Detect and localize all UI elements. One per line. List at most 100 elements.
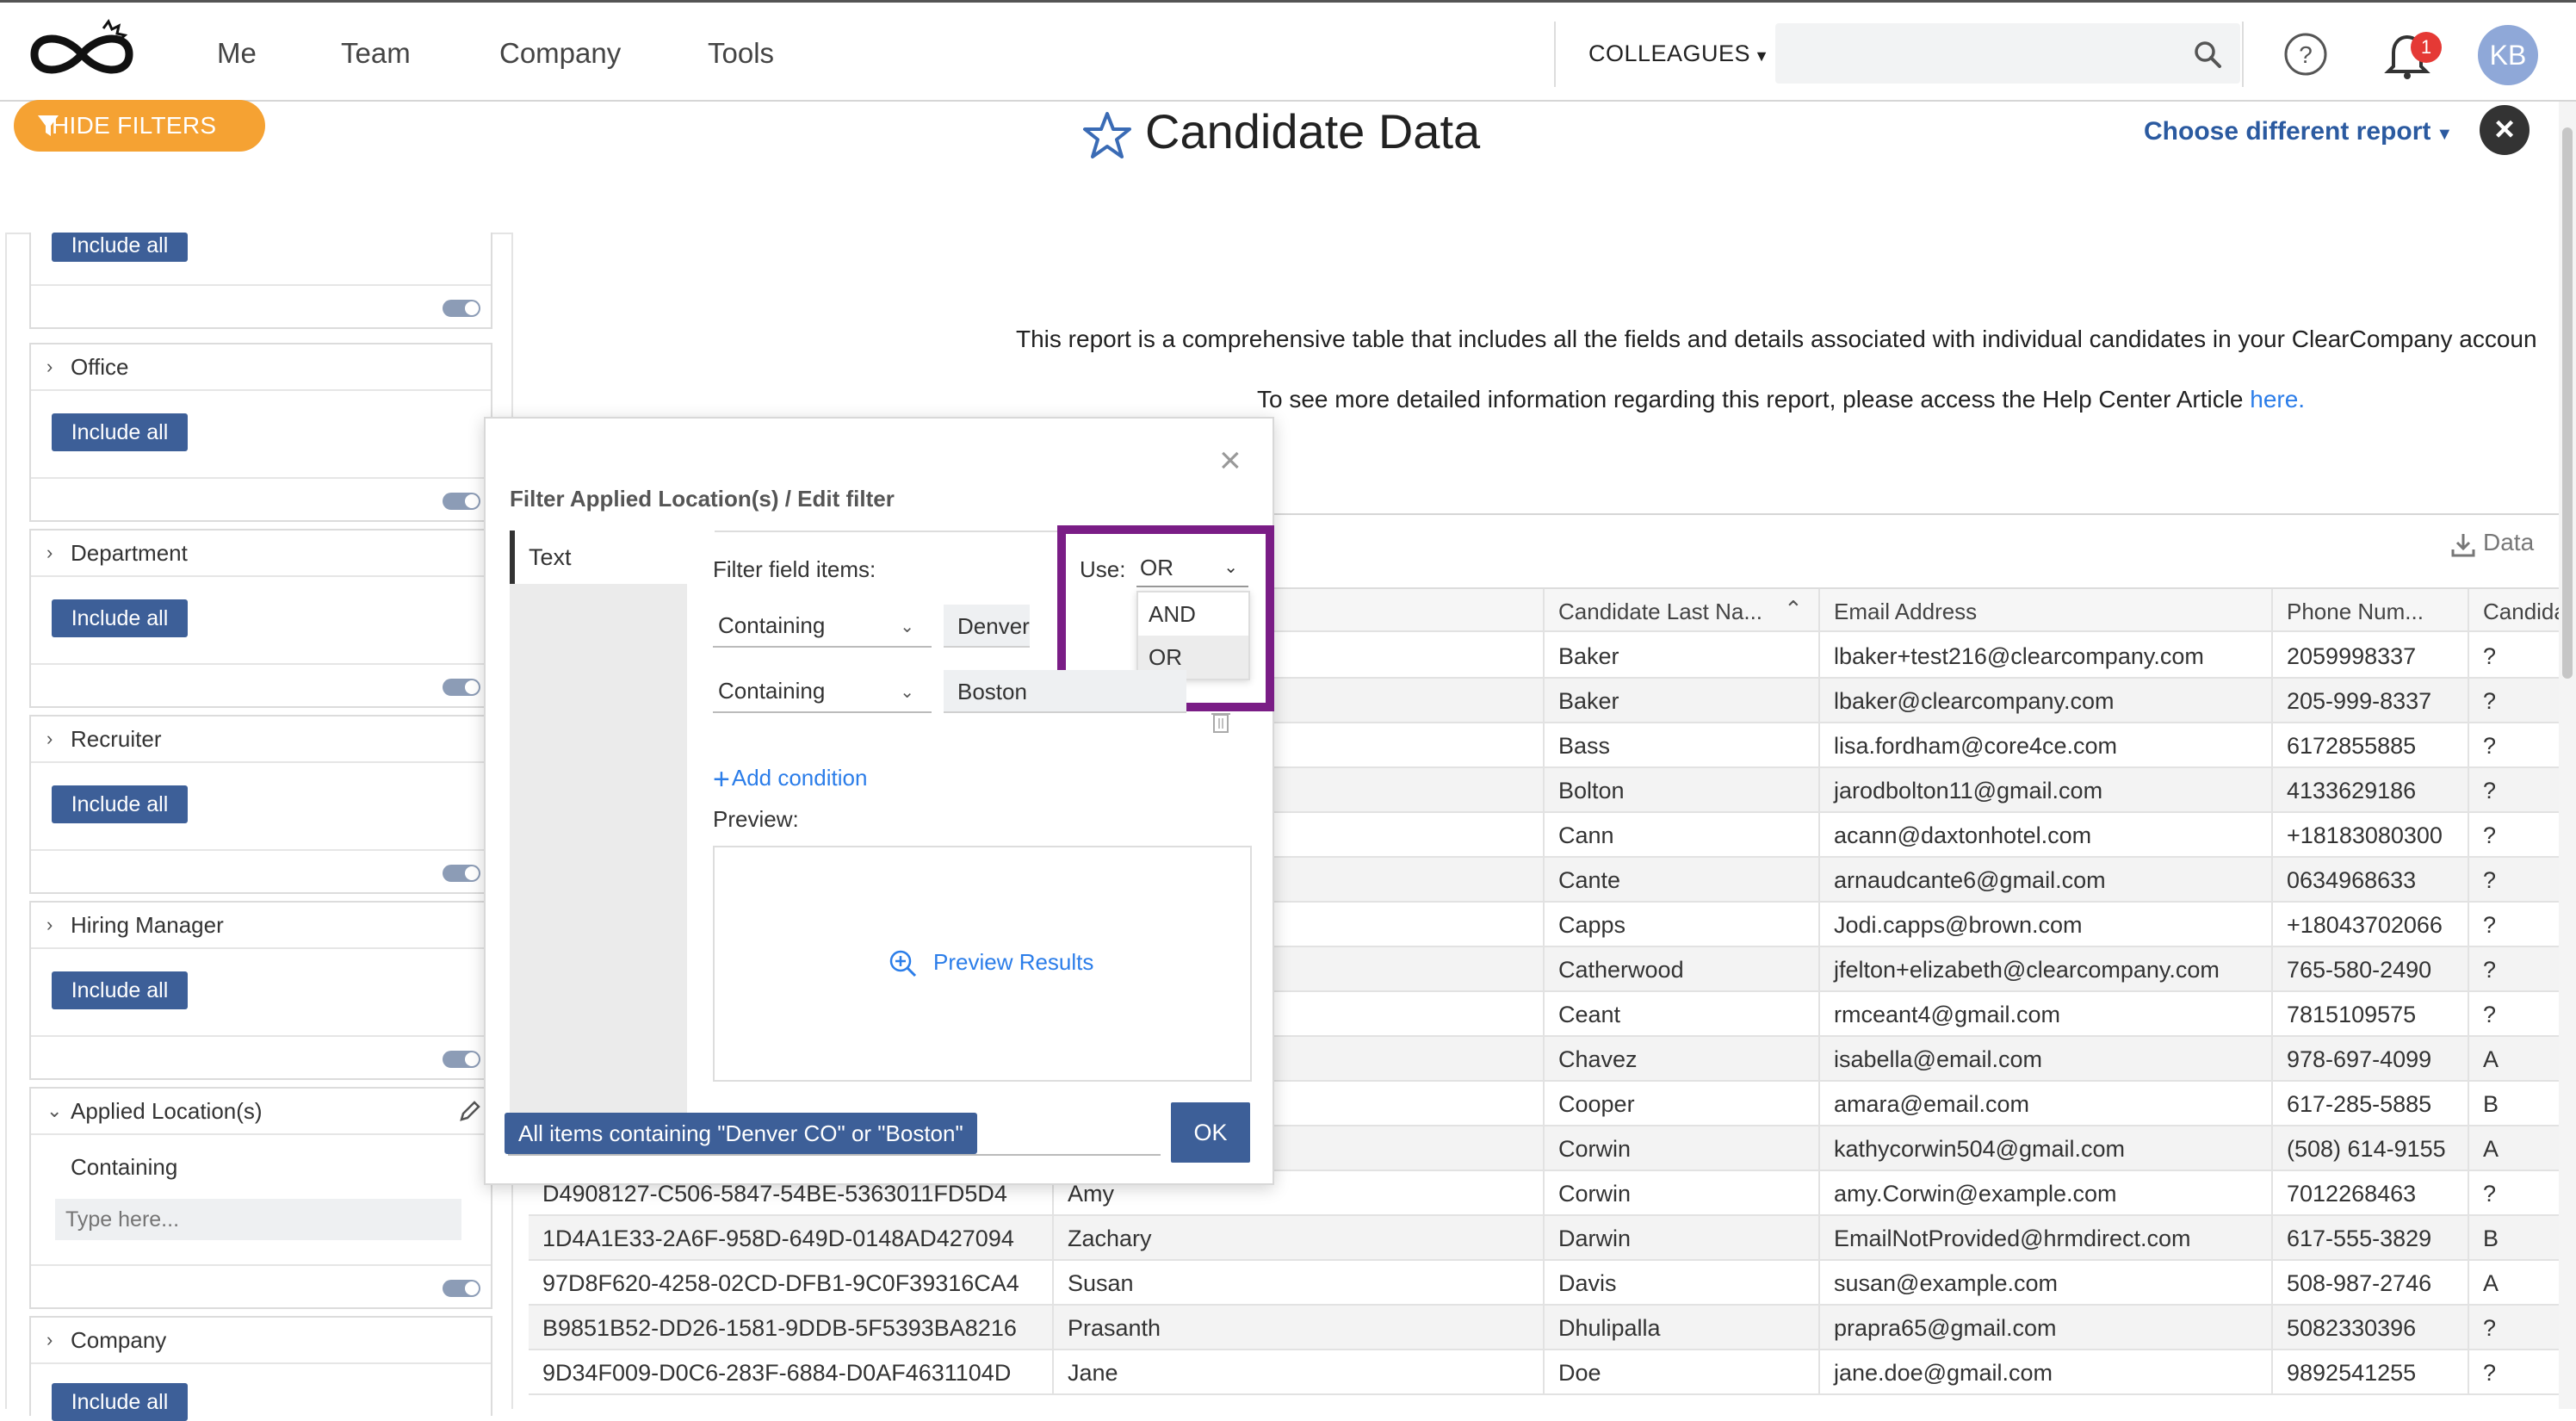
nav-me[interactable]: Me [217, 37, 257, 70]
table-cell: 7815109575 [2271, 992, 2468, 1037]
include-all-button[interactable]: Include all [52, 785, 188, 823]
favorite-star-icon[interactable] [1081, 110, 1133, 162]
applied-location-input[interactable] [55, 1199, 461, 1240]
table-cell: amy.Corwin@example.com [1818, 1171, 2271, 1216]
include-all-button[interactable]: Include all [52, 971, 188, 1009]
column-header[interactable]: Candidate Gr... [2468, 589, 2559, 634]
include-all-button[interactable]: Include all [52, 413, 188, 451]
preview-box: Preview Results [713, 846, 1252, 1082]
help-article-text: To see more detailed information regardi… [1257, 386, 2305, 413]
chevron-right-icon: › [46, 728, 53, 749]
ok-button[interactable]: OK [1171, 1102, 1250, 1163]
table-cell: EmailNotProvided@hrmdirect.com [1818, 1216, 2271, 1261]
choose-report-dropdown[interactable]: Choose different report ▼ [2144, 117, 2453, 146]
close-report-button[interactable]: × [2480, 105, 2530, 155]
table-cell: rmceant4@gmail.com [1818, 992, 2271, 1037]
filter-header-hiring-manager[interactable]: › Hiring Manager [31, 903, 491, 949]
table-cell: A [2468, 1126, 2559, 1171]
condition-operator-select[interactable]: Containing ⌄ [713, 605, 932, 648]
filter-toggle[interactable] [443, 679, 480, 696]
avatar[interactable]: KB [2478, 25, 2538, 85]
filter-header-recruiter[interactable]: › Recruiter [31, 717, 491, 763]
include-all-button[interactable]: Include all [52, 233, 188, 262]
filter-label: Department [71, 540, 188, 566]
table-cell: ? [2468, 679, 2559, 723]
table-cell: 508-987-2746 [2271, 1261, 2468, 1306]
filter-group-department: › Department Include all [29, 529, 492, 708]
table-cell: A [2468, 1261, 2559, 1306]
condition-value-input[interactable]: Denver CO [944, 605, 1030, 648]
download-icon[interactable] [2450, 532, 2476, 558]
table-cell: 5082330396 [2271, 1306, 2468, 1350]
table-cell: Baker [1543, 679, 1818, 723]
condition-operator-select[interactable]: Containing ⌄ [713, 670, 932, 713]
column-header[interactable]: Email Address [1818, 589, 2271, 634]
help-icon[interactable]: ? [2283, 32, 2328, 77]
scrollbar-thumb[interactable] [2562, 127, 2573, 679]
table-cell: 9D34F009-D0C6-283F-6884-D0AF4631104D [542, 1360, 1012, 1386]
table-cell: jfelton+elizabeth@clearcompany.com [1818, 947, 2271, 992]
filter-summary-tag: All items containing "Denver CO" or "Bos… [505, 1113, 977, 1154]
filter-toggle[interactable] [443, 493, 480, 510]
column-header[interactable]: Candidate Last Na... [1543, 589, 1818, 634]
close-icon[interactable]: × [1219, 439, 1242, 482]
filter-header-applied-location[interactable]: ⌄ Applied Location(s) [31, 1089, 491, 1135]
preview-label: Preview: [713, 806, 799, 832]
table-cell: kathycorwin504@gmail.com [1818, 1126, 2271, 1171]
table-cell: ? [2468, 903, 2559, 947]
page-scrollbar[interactable] [2559, 102, 2576, 1409]
table-cell: 97D8F620-4258-02CD-DFB1-9C0F39316CA4 [542, 1270, 1019, 1296]
filter-toggle[interactable] [443, 1051, 480, 1068]
sort-ascending-icon[interactable]: ⌃ [1784, 596, 1803, 623]
report-description: This report is a comprehensive table tha… [1016, 326, 2537, 352]
filter-header-company[interactable]: › Company [31, 1318, 491, 1364]
filter-header-department[interactable]: › Department [31, 531, 491, 577]
table-cell: Prasanth [1052, 1306, 1543, 1350]
column-header[interactable]: Phone Num... [2271, 589, 2468, 634]
add-condition-button[interactable]: +Add condition [713, 763, 867, 797]
edit-pencil-icon[interactable] [456, 1099, 482, 1125]
tab-text[interactable]: Text [510, 531, 687, 584]
table-cell: Darwin [1543, 1216, 1818, 1261]
table-row[interactable]: B9851B52-DD26-1581-9DDB-5F5393BA8216 Pras… [529, 1306, 2559, 1350]
condition-operator-value: Containing [718, 678, 826, 704]
nav-tools[interactable]: Tools [708, 37, 774, 70]
nav-divider [1554, 22, 1556, 87]
include-all-button[interactable]: Include all [52, 599, 188, 637]
table-cell: Ceant [1543, 992, 1818, 1037]
filter-label: Company [71, 1327, 167, 1353]
table-cell: Doe [1543, 1350, 1818, 1395]
filter-toggle[interactable] [443, 1280, 480, 1297]
table-cell: Davis [1543, 1261, 1818, 1306]
condition-value-input[interactable]: Boston [944, 670, 1186, 713]
filter-toggle[interactable] [443, 865, 480, 882]
table-row[interactable]: 97D8F620-4258-02CD-DFB1-9C0F39316CA4 Susa… [529, 1261, 2559, 1306]
table-cell: (508) 614-9155 [2271, 1126, 2468, 1171]
table-cell: B9851B52-DD26-1581-9DDB-5F5393BA8216 [542, 1315, 1017, 1341]
search-icon[interactable] [2192, 39, 2223, 70]
nav-team[interactable]: Team [341, 37, 411, 70]
table-row[interactable]: 1D4A1E33-2A6F-958D-649D-0148AD427094 Zach… [529, 1216, 2559, 1261]
colleagues-dropdown[interactable]: COLLEAGUES ▼ [1588, 40, 1769, 67]
search-input[interactable] [1775, 23, 2171, 84]
company-logo[interactable] [17, 16, 146, 92]
table-cell: B [2468, 1216, 2559, 1261]
filter-toggle[interactable] [443, 300, 480, 317]
export-data-button[interactable]: Data [2483, 529, 2534, 556]
caret-down-icon: ▼ [1754, 47, 1770, 65]
table-row[interactable]: 9D34F009-D0C6-283F-6884-D0AF4631104D Jane… [529, 1350, 2559, 1395]
table-cell: ? [2468, 723, 2559, 768]
include-all-button[interactable]: Include all [52, 1383, 188, 1421]
filter-header-office[interactable]: › Office [31, 344, 491, 391]
table-cell: acann@daxtonhotel.com [1818, 813, 2271, 858]
help-article-link[interactable]: here. [2250, 386, 2305, 413]
table-cell: Dhulipalla [1543, 1306, 1818, 1350]
preview-results-button[interactable]: Preview Results [933, 949, 1093, 976]
trash-icon[interactable] [1211, 710, 1231, 734]
table-cell: ? [2468, 634, 2559, 679]
nav-company[interactable]: Company [499, 37, 621, 70]
chevron-right-icon: › [46, 1329, 53, 1350]
nav-divider [2242, 22, 2244, 87]
table-cell: B [2468, 1082, 2559, 1126]
table-cell: ? [2468, 1171, 2559, 1216]
